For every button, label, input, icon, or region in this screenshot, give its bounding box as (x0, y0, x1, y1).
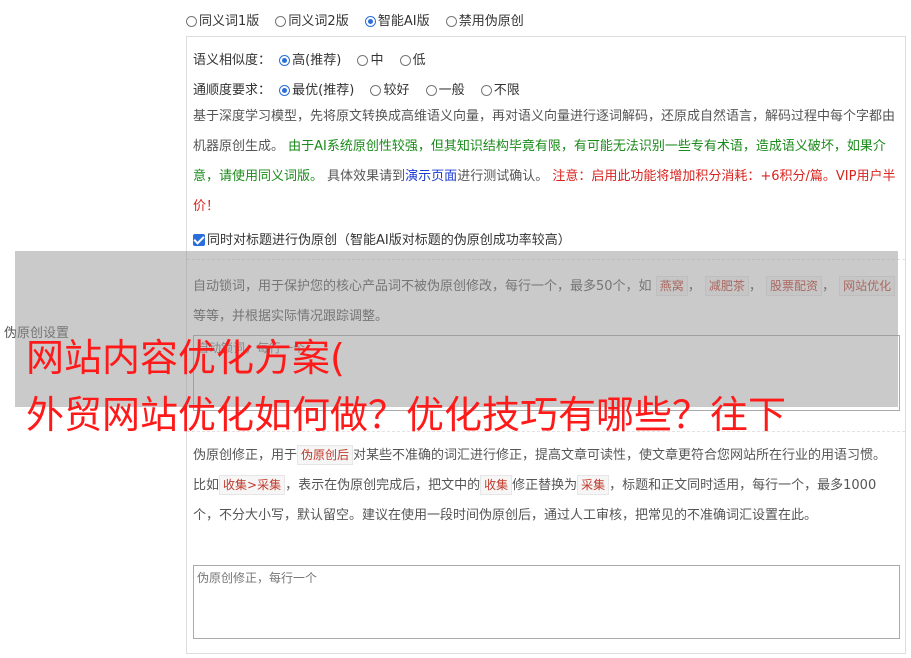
fluency-option-normal[interactable]: 一般 (425, 79, 465, 98)
option-label: 低 (412, 53, 426, 68)
option-label: 较好 (383, 83, 410, 98)
overlay-title-line2: 外贸网站优化如何做？优化技巧有哪些？往下 (26, 393, 787, 437)
radio-icon[interactable] (357, 55, 369, 66)
correction-desc-text: ，表示在伪原创完成后，把文中的 (285, 478, 481, 493)
demo-page-link[interactable]: 演示页面 (405, 169, 457, 184)
correction-input[interactable] (193, 565, 900, 639)
similarity-row: 语义相似度： 高(推荐) 中 低 (193, 49, 438, 68)
overlay-title-line1: 网站内容优化方案( (26, 336, 345, 380)
mode-option-label: 同义词1版 (199, 14, 260, 29)
ai-description: 基于深度学习模型，先将原文转换成高维语义向量，再对语义向量进行逐词解码，还原成自… (193, 102, 899, 222)
radio-icon[interactable] (370, 85, 382, 96)
example-tag: 收集 (480, 475, 513, 495)
mode-radio-group: 同义词1版 同义词2版 智能AI版 禁用伪原创 (186, 10, 536, 29)
fluency-option-good[interactable]: 较好 (370, 79, 409, 98)
mode-option-disable[interactable]: 禁用伪原创 (445, 10, 524, 29)
similarity-option-low[interactable]: 低 (399, 49, 426, 68)
similarity-option-high[interactable]: 高(推荐) (279, 49, 341, 68)
radio-selected-icon[interactable] (364, 16, 376, 27)
example-tag: 伪原创后 (297, 445, 354, 465)
mode-option-label: 智能AI版 (377, 14, 430, 29)
radio-selected-icon[interactable] (279, 55, 291, 66)
correction-desc-text: 修正替换为 (512, 478, 578, 493)
radio-selected-icon[interactable] (279, 85, 291, 96)
fluency-option-unlimited[interactable]: 不限 (480, 79, 520, 98)
option-label: 中 (370, 53, 384, 68)
similarity-label: 语义相似度： (193, 53, 272, 68)
option-label: 高(推荐) (292, 53, 342, 68)
ai-desc-text: 进行测试确认。 (457, 169, 549, 184)
similarity-option-mid[interactable]: 中 (357, 49, 383, 68)
checkbox-checked-icon[interactable] (193, 234, 205, 246)
option-label: 最优(推荐) (292, 83, 355, 98)
option-label: 一般 (438, 83, 465, 98)
radio-icon[interactable] (399, 55, 411, 66)
radio-icon[interactable] (186, 16, 197, 27)
example-tag: 收集>采集 (219, 475, 286, 495)
example-tag: 采集 (577, 475, 610, 495)
radio-icon[interactable] (445, 16, 457, 27)
mode-option-label: 同义词2版 (288, 14, 349, 29)
fluency-row: 通顺度要求： 最优(推荐) 较好 一般 不限 (193, 79, 532, 98)
mode-option-ai[interactable]: 智能AI版 (364, 10, 430, 29)
radio-icon[interactable] (425, 85, 437, 96)
correction-desc-text: 伪原创修正，用于 (193, 448, 298, 463)
option-label: 不限 (493, 83, 520, 98)
title-overlay (15, 251, 898, 407)
fluency-option-best[interactable]: 最优(推荐) (279, 79, 354, 98)
radio-icon[interactable] (480, 85, 492, 96)
correction-description: 伪原创修正，用于 伪原创后 对某些不准确的词汇进行修正，提高文章可读性，使文章更符合… (193, 441, 899, 531)
mode-option-synonym1[interactable]: 同义词1版 (186, 10, 259, 29)
mode-option-synonym2[interactable]: 同义词2版 (275, 10, 349, 29)
fluency-label: 通顺度要求： (193, 83, 272, 98)
title-checkbox-row[interactable]: 同时对标题进行伪原创（智能AI版对标题的伪原创成功率较高） (193, 229, 571, 248)
mode-option-label: 禁用伪原创 (458, 14, 524, 29)
ai-desc-text: 具体效果请到 (327, 169, 406, 184)
radio-icon[interactable] (275, 16, 287, 27)
title-checkbox-label: 同时对标题进行伪原创（智能AI版对标题的伪原创成功率较高） (207, 233, 571, 248)
